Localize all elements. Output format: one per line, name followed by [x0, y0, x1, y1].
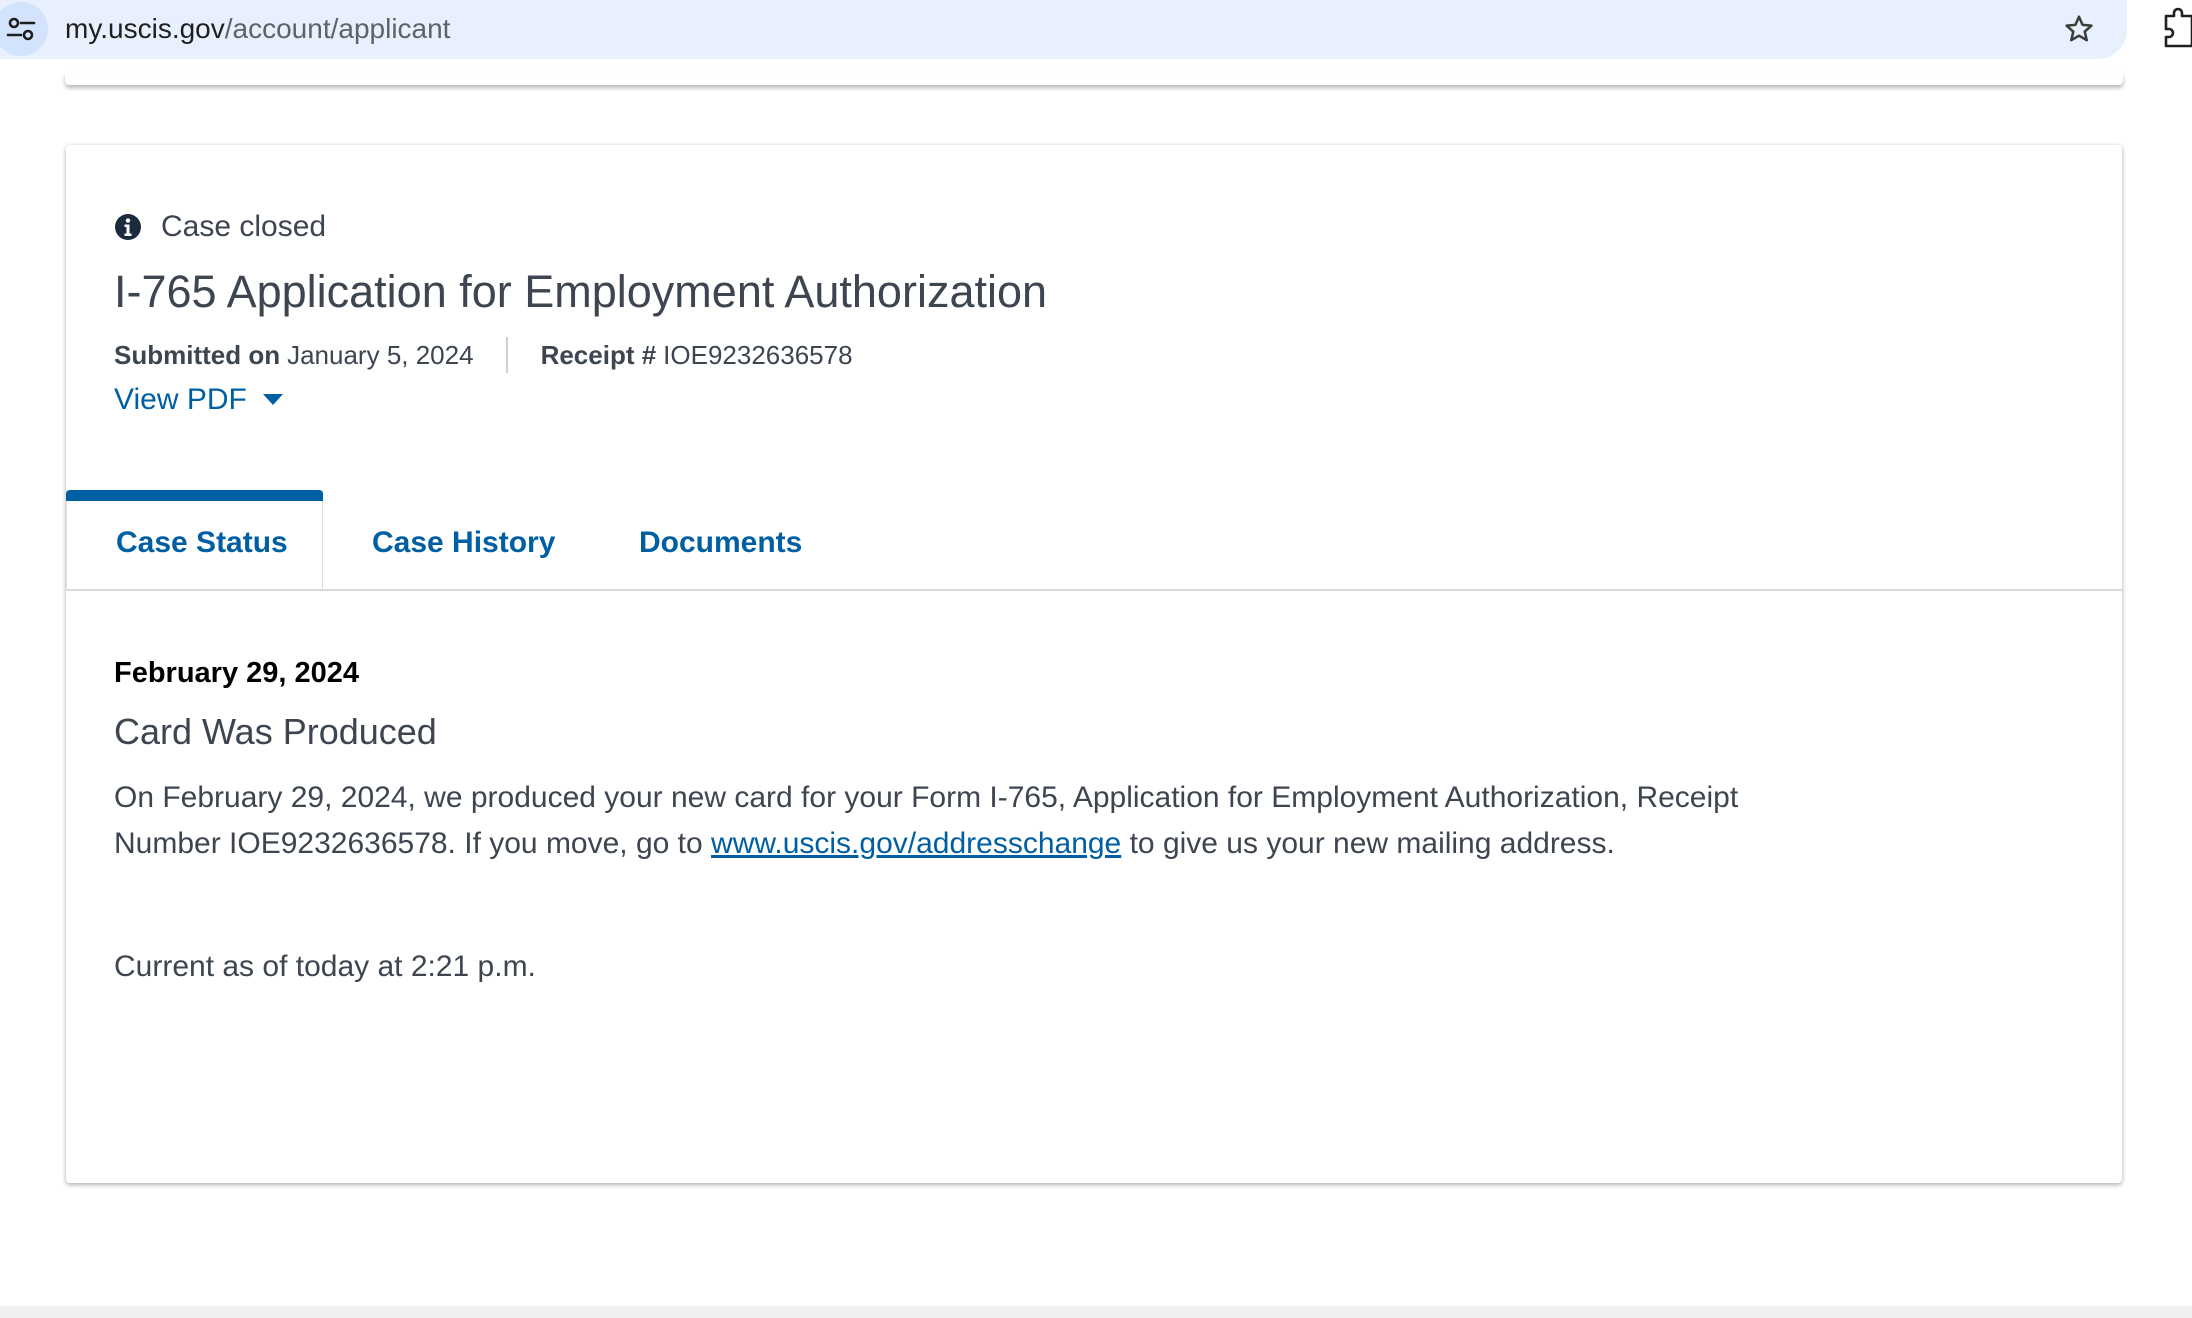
address-change-link[interactable]: www.uscis.gov/addresschange — [711, 827, 1121, 860]
current-as-of: Current as of today at 2:21 p.m. — [114, 950, 536, 983]
star-outline-icon — [2065, 15, 2093, 42]
tune-icon — [6, 17, 36, 41]
meta-divider — [505, 337, 508, 373]
url-text[interactable]: my.uscis.gov/account/applicant — [65, 9, 450, 49]
case-status-text: Case closed — [161, 210, 327, 243]
case-title: I-765 Application for Employment Authori… — [114, 266, 1048, 317]
case-card: Case closed I-765 Application for Employ… — [66, 145, 2122, 1183]
bookmark-button[interactable] — [2057, 7, 2101, 51]
extension-icon[interactable] — [2160, 6, 2192, 52]
case-meta: Submitted on January 5, 2024 Receipt # I… — [114, 337, 853, 373]
info-icon — [114, 213, 142, 241]
tab-case-status[interactable]: Case Status — [116, 523, 288, 563]
site-info-button[interactable] — [0, 2, 48, 56]
submitted-label: Submitted on — [114, 339, 281, 370]
status-heading: Card Was Produced — [114, 711, 437, 752]
previous-card-edge — [65, 73, 2123, 85]
status-date: February 29, 2024 — [114, 657, 360, 689]
case-status-line: Case closed — [114, 207, 326, 247]
submitted-date: January 5, 2024 — [287, 339, 474, 370]
page-bottom-strip — [0, 1306, 2192, 1318]
status-description: On February 29, 2024, we produced your n… — [114, 775, 1804, 867]
chevron-down-icon — [262, 394, 283, 406]
receipt-label: Receipt # — [540, 339, 657, 370]
url-host: my.uscis.gov — [65, 13, 225, 44]
tab-case-history[interactable]: Case History — [372, 523, 555, 563]
tabs-divider — [66, 589, 2122, 591]
receipt-number: IOE9232636578 — [663, 339, 853, 370]
view-pdf-button[interactable]: View PDF — [114, 379, 283, 421]
status-body-text-end: to give us your new mailing address. — [1121, 827, 1615, 860]
browser-toolbar: my.uscis.gov/account/applicant — [0, 0, 2192, 73]
view-pdf-label: View PDF — [114, 383, 247, 416]
address-bar[interactable]: my.uscis.gov/account/applicant — [0, 0, 2127, 59]
url-path: /account/applicant — [224, 13, 451, 44]
tab-documents[interactable]: Documents — [639, 523, 802, 563]
